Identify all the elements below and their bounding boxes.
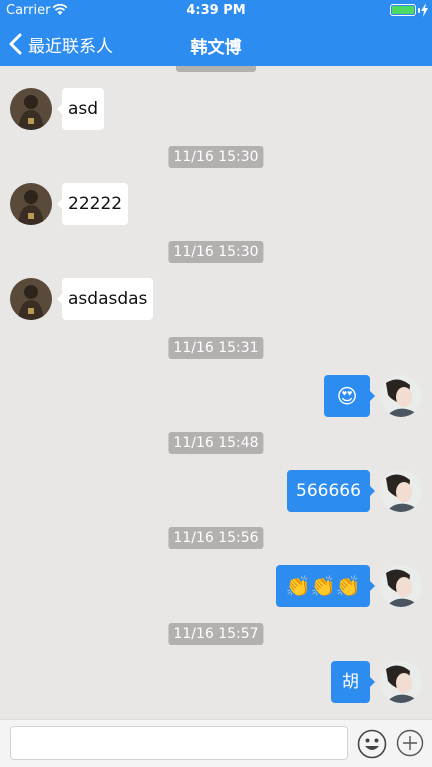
battery-icon (390, 4, 416, 16)
my-avatar[interactable] (380, 661, 422, 703)
timestamp-partial (176, 66, 256, 72)
message-bubble-outgoing[interactable]: 胡 (331, 661, 375, 703)
status-bar: Carrier 4:39 PM (0, 0, 432, 22)
timestamp-label: 11/16 15:30 (168, 146, 264, 168)
charging-bolt-icon (421, 3, 428, 17)
contact-avatar[interactable] (10, 88, 52, 130)
my-avatar[interactable] (380, 565, 422, 607)
message-bubble-outgoing[interactable]: 👏👏👏 (276, 565, 375, 607)
timestamp-label: 11/16 15:56 (168, 527, 264, 549)
smiley-face-icon[interactable] (357, 729, 387, 759)
timestamp-label: 11/16 15:30 (168, 241, 264, 263)
timestamp-label: 11/16 15:57 (168, 623, 264, 645)
plus-circle-icon[interactable] (396, 729, 424, 757)
my-avatar[interactable] (380, 375, 422, 417)
contact-avatar[interactable] (10, 183, 52, 225)
navigation-header: Carrier 4:39 PM 最近联系人 韩文博 (0, 0, 432, 66)
timestamp-label: 11/16 15:48 (168, 432, 264, 454)
message-input-bar (0, 719, 432, 767)
message-bubble-incoming[interactable]: 22222 (56, 183, 129, 225)
message-input[interactable] (10, 726, 348, 760)
my-avatar[interactable] (380, 470, 422, 512)
back-button[interactable]: 最近联系人 (8, 22, 113, 66)
contact-avatar[interactable] (10, 278, 52, 320)
message-bubble-incoming[interactable]: asdasdas (56, 278, 154, 320)
back-label: 最近联系人 (28, 36, 113, 57)
chevron-left-icon (9, 33, 22, 55)
message-list[interactable]: asd 11/16 15:30 22222 11/16 15:30 asdasd… (0, 66, 432, 719)
timestamp-label: 11/16 15:31 (168, 337, 264, 359)
nav-bar: 最近联系人 韩文博 (0, 22, 432, 66)
clock: 4:39 PM (186, 3, 246, 18)
message-bubble-outgoing[interactable]: 😍 (324, 375, 375, 417)
message-bubble-incoming[interactable]: asd (56, 88, 105, 130)
message-bubble-outgoing[interactable]: 566666 (287, 470, 375, 512)
